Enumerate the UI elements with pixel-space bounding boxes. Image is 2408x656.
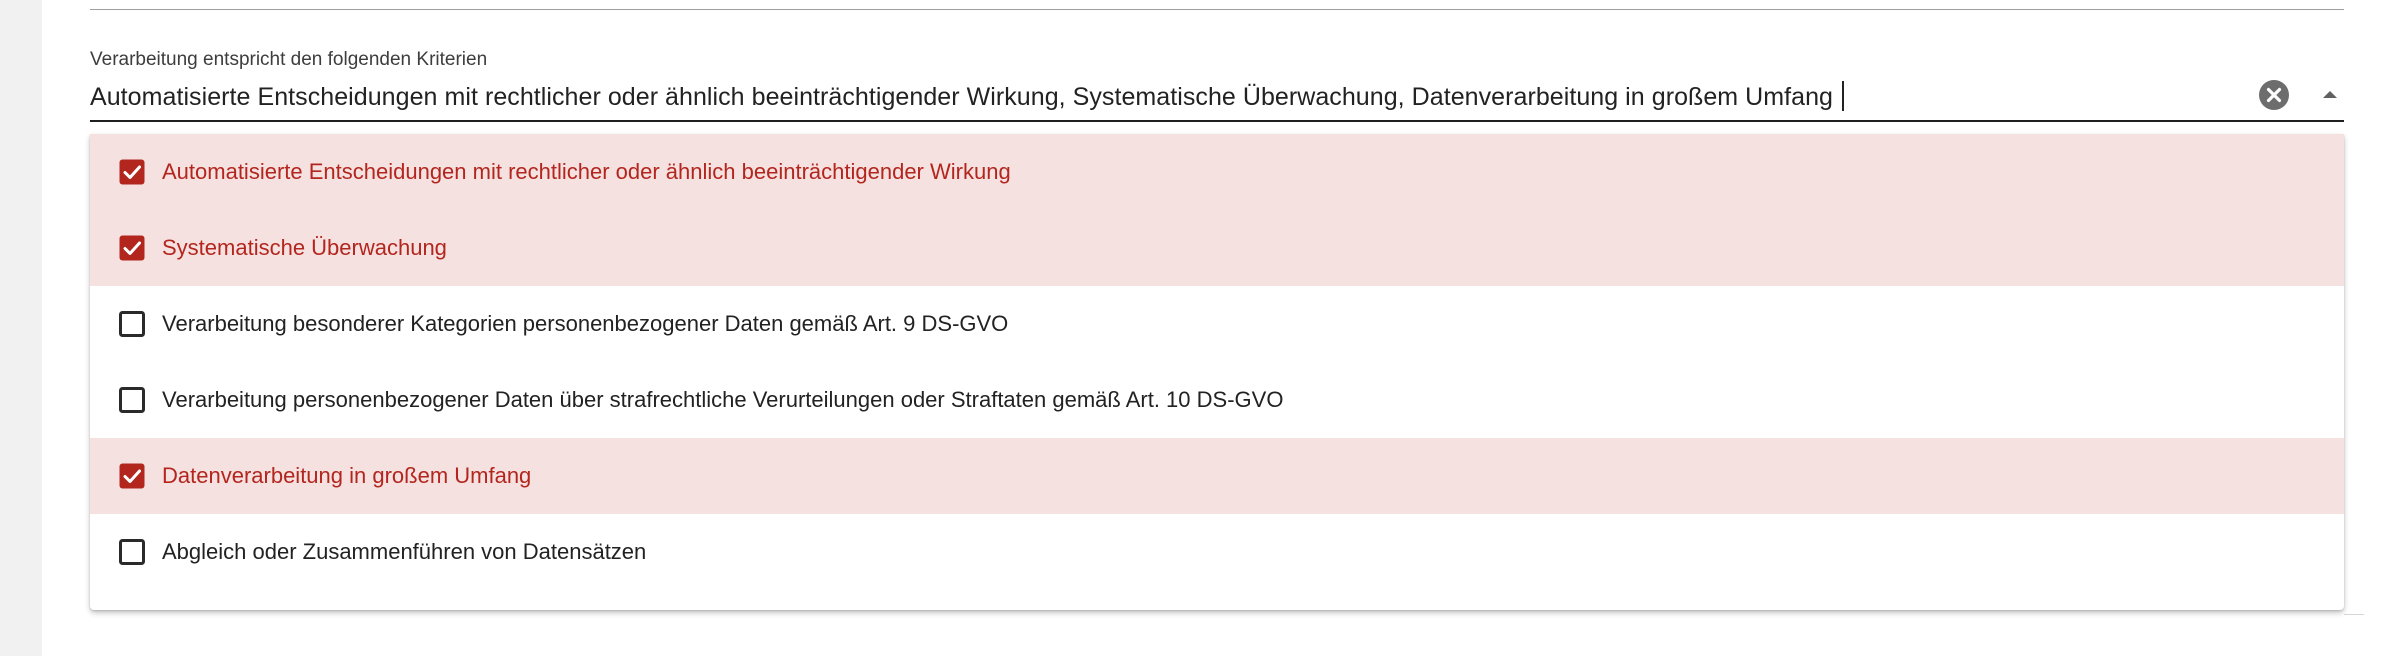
left-rail (0, 0, 42, 656)
criteria-input-value: Automatisierte Entscheidungen mit rechtl… (90, 83, 1834, 111)
criteria-autocomplete[interactable]: Verarbeitung entspricht den folgenden Kr… (90, 46, 2344, 122)
checkbox-unchecked-icon[interactable] (118, 386, 146, 414)
divider (2344, 614, 2364, 615)
checkbox-checked-icon[interactable] (118, 462, 146, 490)
checkbox-unchecked-icon[interactable] (118, 310, 146, 338)
option-label: Datenverarbeitung in großem Umfang (162, 463, 532, 488)
option-label: Verarbeitung personenbezogener Daten übe… (162, 387, 1284, 412)
criteria-input[interactable]: Automatisierte Entscheidungen mit rechtl… (90, 81, 1845, 112)
options-listbox: Automatisierte Entscheidungen mit rechtl… (90, 134, 2344, 610)
option-automated-decisions[interactable]: Automatisierte Entscheidungen mit rechtl… (90, 134, 2344, 210)
clear-selection-button[interactable] (2258, 79, 2290, 111)
toggle-dropdown-button[interactable] (2314, 79, 2346, 111)
option-special-categories[interactable]: Verarbeitung besonderer Kategorien perso… (90, 286, 2344, 362)
option-label: Verarbeitung besonderer Kategorien perso… (162, 311, 1009, 336)
option-label: Automatisierte Entscheidungen mit rechtl… (162, 159, 1011, 184)
text-cursor (1842, 81, 1845, 111)
option-criminal-convictions[interactable]: Verarbeitung personenbezogener Daten übe… (90, 362, 2344, 438)
option-large-scale-processing[interactable]: Datenverarbeitung in großem Umfang (90, 438, 2344, 514)
criteria-field-label: Verarbeitung entspricht den folgenden Kr… (90, 49, 488, 70)
section-divider (90, 9, 2344, 10)
option-systematic-monitoring[interactable]: Systematische Überwachung (90, 210, 2344, 286)
option-label: Abgleich oder Zusammenführen von Datensä… (162, 539, 647, 564)
clear-circle-icon (2259, 80, 2289, 110)
field-underline (90, 120, 2344, 122)
checkbox-checked-icon[interactable] (118, 158, 146, 186)
checkbox-checked-icon[interactable] (118, 234, 146, 262)
arrow-drop-up-icon (2323, 91, 2337, 98)
option-matching-datasets[interactable]: Abgleich oder Zusammenführen von Datensä… (90, 514, 2344, 590)
checkbox-unchecked-icon[interactable] (118, 538, 146, 566)
option-label: Systematische Überwachung (162, 235, 447, 260)
